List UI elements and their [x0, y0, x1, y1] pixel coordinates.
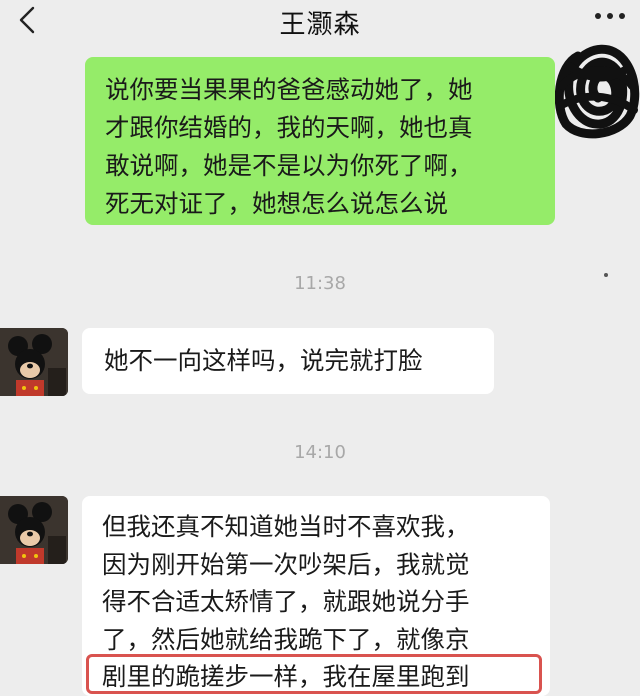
- message-line: 死无对证了，她想怎么说怎么说: [105, 189, 448, 218]
- back-button[interactable]: [14, 2, 44, 38]
- mickey-mouse-avatar-icon: [0, 496, 68, 564]
- chevron-left-icon: [19, 6, 35, 34]
- contact-avatar[interactable]: [0, 328, 68, 396]
- message-bubble-outgoing[interactable]: 说你要当果果的爸爸感动她了，她 才跟你结婚的，我的天啊，她也真 敢说啊，她是不是…: [85, 57, 555, 225]
- message-line: 因为刚开始第一次吵架后，我就觉: [102, 549, 470, 579]
- contact-avatar[interactable]: [0, 496, 68, 564]
- message-line: 说你要当果果的爸爸感动她了，她: [105, 75, 473, 104]
- message-bubble-incoming[interactable]: 她不一向这样吗，说完就打脸: [82, 328, 494, 394]
- message-line: 敢说啊，她是不是以为你死了啊，: [105, 151, 473, 180]
- more-options-button[interactable]: [588, 2, 632, 32]
- more-dots-icon: [595, 13, 625, 19]
- message-line: 但我还真不知道她当时不喜欢我，: [102, 512, 470, 541]
- message-line: 了，然后她就给我跪下了，就像京: [102, 624, 470, 654]
- chat-header: 王灏森: [0, 0, 640, 44]
- redacted-avatar-scribble: [554, 44, 640, 139]
- timestamp: 11:38: [294, 273, 346, 294]
- timestamp: 14:10: [294, 442, 346, 463]
- highlight-annotation-box: [86, 654, 542, 694]
- message-line: 她不一向这样吗，说完就打脸: [104, 346, 423, 375]
- mickey-mouse-avatar-icon: [0, 328, 68, 396]
- chat-title: 王灏森: [279, 10, 361, 40]
- message-line: 才跟你结婚的，我的天啊，她也真: [105, 113, 473, 142]
- message-line: 得不合适太矫情了，就跟她说分手: [102, 587, 470, 616]
